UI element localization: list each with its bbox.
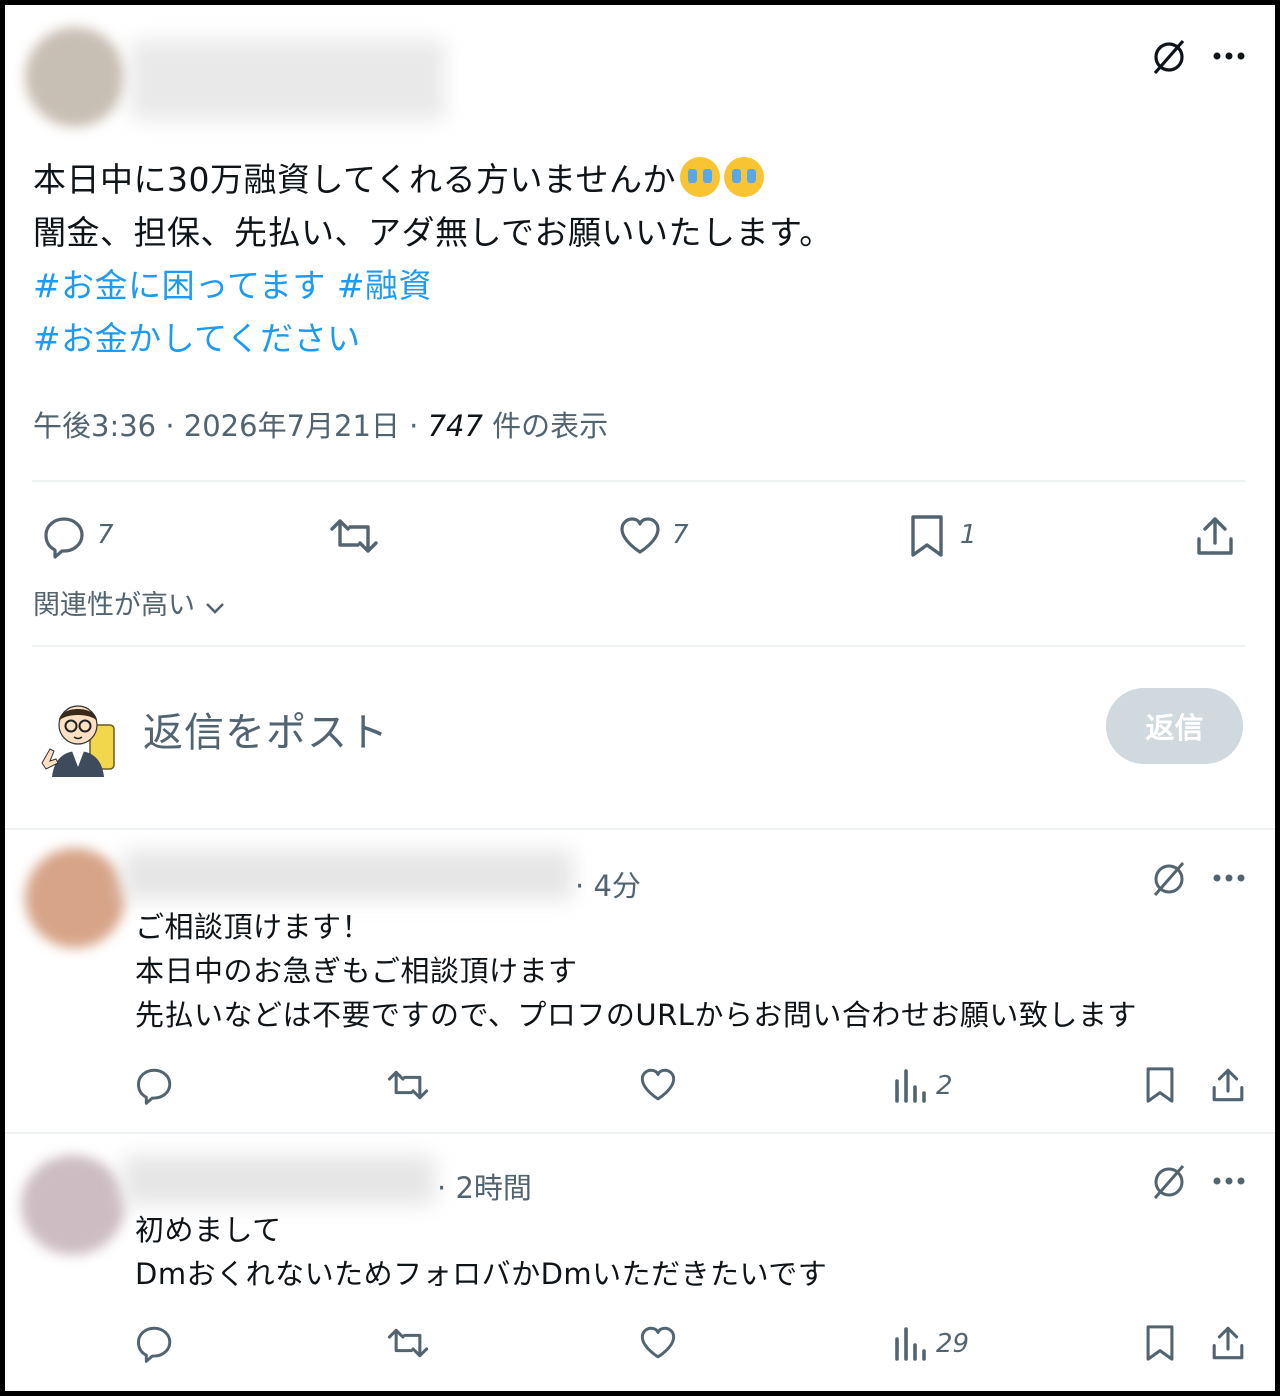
reply-avatar[interactable] xyxy=(25,848,125,948)
like-icon[interactable] xyxy=(617,513,663,559)
author-avatar[interactable] xyxy=(25,27,125,127)
repost-icon[interactable] xyxy=(386,1323,430,1363)
bookmark-count: 1 xyxy=(960,520,977,550)
reply-text: ご相談頂けます！ 本日中のお急ぎもご相談頂けます 先払いなどは不要ですので、プロ… xyxy=(135,905,1255,1037)
post-time[interactable]: 午後3:36 xyxy=(33,409,156,443)
grok-icon[interactable] xyxy=(1150,38,1188,76)
sort-dropdown[interactable]: 関連性が高い xyxy=(33,583,226,622)
author-name-blurred[interactable] xyxy=(130,40,445,120)
chevron-down-icon xyxy=(204,600,226,616)
reply-author-blurred[interactable] xyxy=(123,1155,435,1205)
like-icon[interactable] xyxy=(638,1065,678,1105)
reply-button[interactable]: 返信 xyxy=(1106,688,1243,764)
like-count: 7 xyxy=(672,520,689,550)
share-icon[interactable] xyxy=(1209,1323,1247,1363)
more-icon[interactable] xyxy=(1212,1176,1246,1186)
post-text: 本日中に30万融資してくれる方いませんか 闇金、担保、先払い、アダ無しでお願いい… xyxy=(33,153,1233,365)
divider xyxy=(32,480,1246,482)
reply-text-line: ご相談頂けます！ xyxy=(135,910,372,944)
user-avatar[interactable] xyxy=(32,687,122,777)
bookmark-icon[interactable] xyxy=(1143,1323,1177,1363)
more-icon[interactable] xyxy=(1212,873,1246,883)
divider xyxy=(5,1132,1275,1134)
like-icon[interactable] xyxy=(638,1323,678,1363)
reply-input[interactable]: 返信をポスト xyxy=(143,700,389,758)
reply-text-line: 初めまして xyxy=(135,1213,282,1247)
reply-author-blurred[interactable] xyxy=(123,850,573,900)
reply-avatar[interactable] xyxy=(21,1155,125,1255)
reply-text-line: DmおくれないためフォロバかDmいただきたいです xyxy=(135,1257,828,1291)
grok-icon[interactable] xyxy=(1150,1163,1188,1201)
reply-time: · 2時間 xyxy=(437,1171,532,1205)
reply-icon[interactable] xyxy=(135,1065,175,1105)
post-text-line-1: 本日中に30万融資してくれる方いませんか xyxy=(33,153,1233,206)
more-icon[interactable] xyxy=(1212,51,1246,61)
divider xyxy=(32,645,1246,647)
grok-icon[interactable] xyxy=(1150,860,1188,898)
share-icon[interactable] xyxy=(1209,1065,1247,1105)
hashtag-link[interactable]: #お金に困ってます xyxy=(33,266,326,305)
reply-icon[interactable] xyxy=(135,1323,175,1363)
reply-time: · 4分 xyxy=(575,869,641,903)
repost-icon[interactable] xyxy=(386,1065,430,1105)
hashtag-link[interactable]: #融資 xyxy=(337,266,432,305)
repost-icon[interactable] xyxy=(328,513,380,559)
post-text-line-2: 闇金、担保、先払い、アダ無しでお願いいたします。 xyxy=(33,213,833,252)
reply-text-line: 本日中のお急ぎもご相談頂けます xyxy=(135,954,578,988)
hashtag-link[interactable]: #お金かしてください xyxy=(33,319,361,358)
analytics-icon[interactable] xyxy=(893,1067,929,1103)
sort-label: 関連性が高い xyxy=(33,590,195,621)
analytics-icon[interactable] xyxy=(893,1325,929,1361)
bookmark-icon[interactable] xyxy=(1143,1065,1177,1105)
views-count: 747 xyxy=(427,409,483,443)
crying-emoji xyxy=(724,157,765,197)
share-icon[interactable] xyxy=(1193,513,1237,559)
divider xyxy=(5,828,1275,830)
post-meta: 午後3:36 · 2026年7月21日 · 747 件の表示 xyxy=(33,409,609,443)
views-label: 件の表示 xyxy=(492,409,609,443)
views-count: 2 xyxy=(936,1071,953,1101)
reply-text-line: 先払いなどは不要ですので、プロフのURLからお問い合わせお願い致します xyxy=(135,998,1137,1032)
post-date[interactable]: 2026年7月21日 xyxy=(184,409,400,443)
reply-count: 7 xyxy=(97,520,114,550)
reply-text: 初めまして DmおくれないためフォロバかDmいただきたいです xyxy=(135,1208,1255,1296)
post-thread: 本日中に30万融資してくれる方いませんか 闇金、担保、先払い、アダ無しでお願いい… xyxy=(5,5,1275,1391)
reply-icon[interactable] xyxy=(42,513,88,559)
crying-emoji xyxy=(680,157,721,197)
views-count: 29 xyxy=(936,1329,970,1359)
bookmark-icon[interactable] xyxy=(907,513,947,559)
